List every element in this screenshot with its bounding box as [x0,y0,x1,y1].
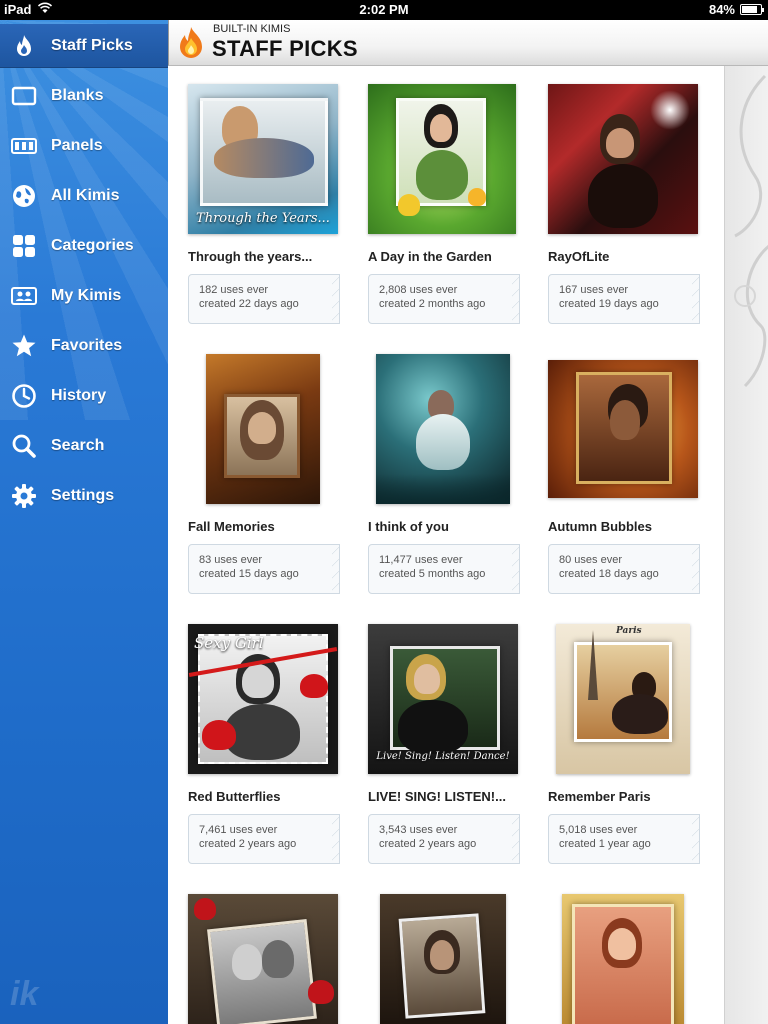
kimi-thumbnail[interactable] [206,354,320,504]
kimi-title: Through the years... [188,249,313,264]
star-icon [10,332,38,360]
sidebar-item-label: My Kimis [51,287,122,304]
kimi-caption: Paris [616,626,642,636]
search-icon [10,432,38,460]
kimi-thumbnail[interactable] [380,894,506,1024]
kimi-uses: 2,808 uses ever [379,284,458,296]
kimi-thumbnail[interactable] [188,894,338,1024]
kimi-thumbnail[interactable]: Paris [556,624,690,774]
sidebar-item-label: Search [51,437,105,454]
sidebar-item-settings[interactable]: Settings [0,474,168,518]
kimi-uses: 167 uses ever [559,284,629,296]
kimi-uses: 83 uses ever [199,554,262,566]
kimi-stats: 80 uses ever created 18 days ago [548,544,700,594]
page-header: BUILT-IN KIMIS STAFF PICKS [168,20,768,66]
battery-icon [740,4,764,15]
kimi-uses: 80 uses ever [559,554,622,566]
kimi-stats: 3,543 uses ever created 2 years ago [368,814,520,864]
sidebar-item-history[interactable]: History [0,374,168,418]
page-title: STAFF PICKS [212,36,358,61]
kimi-uses: 3,543 uses ever [379,824,458,836]
photos-icon [10,282,38,310]
sidebar-item-label: History [51,387,107,404]
clock-icon [10,382,38,410]
side-ornament [724,66,768,1024]
flame-icon [180,27,202,58]
kimi-created: created 2 years ago [199,838,297,850]
sidebar-item-label: Favorites [51,337,123,354]
kimi-created: created 1 year ago [559,838,651,850]
sidebar-item-categories[interactable]: Categories [0,224,168,268]
kimi-title: A Day in the Garden [368,249,492,264]
gear-icon [10,482,38,510]
kimi-thumbnail[interactable] [548,360,698,498]
kimi-grid: Through the Years... Through the years..… [168,66,724,1024]
kimi-caption: Through the Years... [196,211,330,226]
kimi-created: created 18 days ago [559,568,659,580]
grid-icon [10,232,38,260]
sidebar-item-blanks[interactable]: Blanks [0,74,168,118]
sidebar-item-all-kimis[interactable]: All Kimis [0,174,168,218]
kimi-title: Fall Memories [188,519,275,534]
kimi-title: Autumn Bubbles [548,519,652,534]
kimi-thumbnail[interactable] [562,894,684,1024]
kimi-uses: 7,461 uses ever [199,824,278,836]
kimi-stats: 83 uses ever created 15 days ago [188,544,340,594]
kimi-caption: Live! Sing! Listen! Dance! [376,751,510,762]
kimi-uses: 5,018 uses ever [559,824,638,836]
battery-percent: 84% [708,2,735,17]
blank-frame-icon [10,82,38,110]
sidebar: Staff Picks Blanks Panels All Kimis Cate… [0,20,168,1024]
kimi-stats: 2,808 uses ever created 2 months ago [368,274,520,324]
sidebar-item-favorites[interactable]: Favorites [0,324,168,368]
kimi-thumbnail[interactable]: Through the Years... [188,84,338,234]
globe-icon [10,182,38,210]
kimi-thumbnail[interactable] [368,84,516,234]
sidebar-item-label: All Kimis [51,187,120,204]
sidebar-item-search[interactable]: Search [0,424,168,468]
sidebar-item-my-kimis[interactable]: My Kimis [0,274,168,318]
kimi-title: RayOfLite [548,249,610,264]
sidebar-item-staff-picks[interactable]: Staff Picks [0,24,168,68]
kimi-stats: 167 uses ever created 19 days ago [548,274,700,324]
kimi-thumbnail[interactable] [548,84,698,234]
kimi-stats: 182 uses ever created 22 days ago [188,274,340,324]
kimi-created: created 19 days ago [559,298,659,310]
sidebar-item-label: Blanks [51,87,104,104]
kimi-title: Red Butterflies [188,789,281,804]
kimi-thumbnail[interactable]: Sexy Girl [188,624,338,774]
kimi-created: created 22 days ago [199,298,299,310]
sidebar-item-label: Categories [51,237,134,254]
app-logo: ik [10,975,39,1013]
kimi-thumbnail[interactable]: Live! Sing! Listen! Dance! [368,624,518,774]
kimi-title: LIVE! SING! LISTEN!... [368,789,506,804]
sidebar-item-label: Panels [51,137,103,154]
kimi-thumbnail[interactable] [376,354,510,504]
panels-icon [10,132,38,160]
sidebar-item-label: Settings [51,487,115,504]
kimi-uses: 11,477 uses ever [379,554,463,566]
kimi-uses: 182 uses ever [199,284,269,296]
status-bar: iPad 2:02 PM 84% [0,0,768,20]
kimi-title: Remember Paris [548,789,651,804]
kimi-stats: 11,477 uses ever created 5 months ago [368,544,520,594]
clock-time: 2:02 PM [359,2,409,17]
sidebar-item-label: Staff Picks [51,37,133,54]
kimi-stats: 5,018 uses ever created 1 year ago [548,814,700,864]
kimi-caption: Sexy Girl [194,634,264,652]
page-subtitle: BUILT-IN KIMIS [213,23,291,35]
kimi-stats: 7,461 uses ever created 2 years ago [188,814,340,864]
kimi-created: created 2 months ago [379,298,486,310]
sidebar-item-panels[interactable]: Panels [0,124,168,168]
swirl-ornament [734,74,768,388]
kimi-title: I think of you [368,519,449,534]
flame-icon [10,32,38,60]
kimi-created: created 5 months ago [379,568,486,580]
kimi-created: created 15 days ago [199,568,299,580]
kimi-created: created 2 years ago [379,838,477,850]
